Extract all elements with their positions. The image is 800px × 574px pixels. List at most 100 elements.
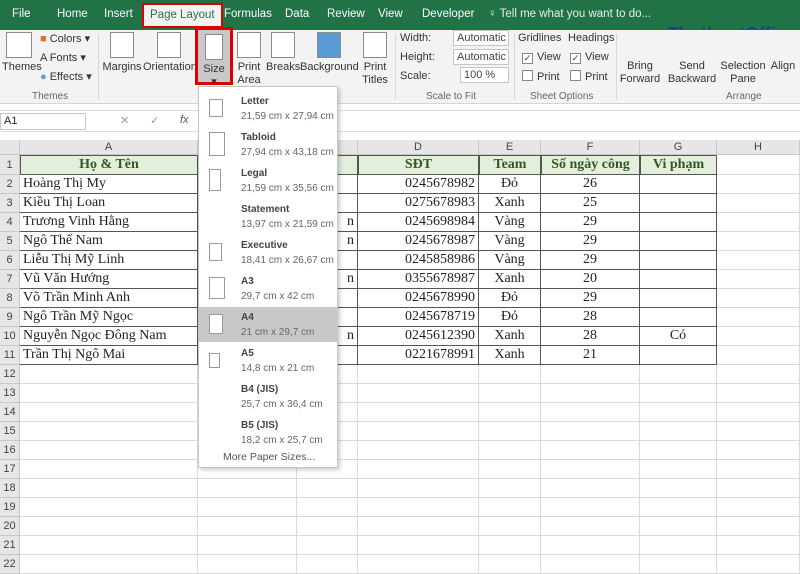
cell[interactable] [717, 194, 800, 213]
cell[interactable] [297, 498, 358, 517]
cell[interactable]: Vàng [479, 213, 541, 232]
row-header[interactable]: 1 [0, 155, 20, 175]
tab-insert[interactable]: Insert [104, 8, 133, 20]
margins-button[interactable]: Margins [102, 32, 142, 74]
column-header-D[interactable]: D [358, 140, 479, 155]
cell[interactable] [640, 251, 717, 270]
cell[interactable] [640, 479, 717, 498]
cell[interactable] [479, 441, 541, 460]
row-header[interactable]: 8 [0, 289, 20, 308]
cell[interactable] [358, 422, 479, 441]
function-icon[interactable]: fx [180, 114, 189, 126]
paper-size-tabloid[interactable]: Tabloid 27,94 cm x 43,18 cm [199, 127, 337, 162]
selection-pane-button[interactable]: Selection Pane [720, 60, 766, 86]
cell[interactable]: Có [640, 327, 717, 346]
cell[interactable] [640, 422, 717, 441]
cell[interactable]: Hoàng Thị My [20, 175, 198, 194]
paper-size-executive[interactable]: Executive 18,41 cm x 26,67 cm [199, 235, 337, 270]
header-cell[interactable]: Vi phạm [640, 155, 717, 175]
cell[interactable]: 29 [541, 232, 640, 251]
cell[interactable] [640, 460, 717, 479]
bring-forward-button[interactable]: Bring Forward [618, 60, 662, 86]
tab-view[interactable]: View [378, 8, 403, 20]
cell[interactable] [20, 422, 198, 441]
cell[interactable]: 0355678987 [358, 270, 479, 289]
cell[interactable]: Xanh [479, 194, 541, 213]
row-header[interactable]: 20 [0, 517, 20, 536]
cell[interactable] [479, 384, 541, 403]
fonts-button[interactable]: A Fonts ▾ [40, 51, 86, 64]
cell[interactable] [717, 460, 800, 479]
row-header[interactable]: 14 [0, 403, 20, 422]
cell[interactable]: Liễu Thị Mỹ Linh [20, 251, 198, 270]
cell[interactable] [640, 365, 717, 384]
row-header[interactable]: 13 [0, 384, 20, 403]
cell[interactable] [640, 555, 717, 574]
header-cell[interactable]: Họ & Tên [20, 155, 198, 175]
cell[interactable] [479, 498, 541, 517]
cell[interactable] [198, 498, 297, 517]
cell[interactable]: 0245678982 [358, 175, 479, 194]
cell[interactable]: Vũ Văn Hướng [20, 270, 198, 289]
cell[interactable] [541, 403, 640, 422]
cell[interactable] [717, 422, 800, 441]
cell[interactable] [358, 517, 479, 536]
cell[interactable] [541, 422, 640, 441]
cell[interactable]: 0245678990 [358, 289, 479, 308]
cell[interactable]: 29 [541, 251, 640, 270]
cell[interactable]: Trần Thị Ngô Mai [20, 346, 198, 365]
cell[interactable]: 20 [541, 270, 640, 289]
name-box[interactable]: A1 [0, 113, 86, 130]
cell[interactable]: 21 [541, 346, 640, 365]
row-header[interactable]: 5 [0, 232, 20, 251]
cell[interactable] [541, 498, 640, 517]
cell[interactable]: Xanh [479, 270, 541, 289]
cell[interactable] [640, 194, 717, 213]
row-header[interactable]: 3 [0, 194, 20, 213]
row-header[interactable]: 6 [0, 251, 20, 270]
cell[interactable] [358, 498, 479, 517]
background-button[interactable]: Background [300, 32, 359, 74]
cell[interactable]: 26 [541, 175, 640, 194]
cell[interactable] [717, 175, 800, 194]
effects-button[interactable]: ● Effects ▾ [40, 70, 92, 83]
row-header[interactable]: 17 [0, 460, 20, 479]
row-header[interactable]: 12 [0, 365, 20, 384]
cell[interactable]: Đỏ [479, 289, 541, 308]
row-header[interactable]: 11 [0, 346, 20, 365]
size-button[interactable]: Size ▾ [195, 27, 233, 88]
cell[interactable] [358, 403, 479, 422]
cell[interactable] [717, 498, 800, 517]
cell[interactable] [717, 517, 800, 536]
cell[interactable] [198, 479, 297, 498]
cell[interactable]: Vàng [479, 232, 541, 251]
scale-spinner[interactable]: 100 % [460, 67, 509, 83]
column-header-G[interactable]: G [640, 140, 717, 155]
cell[interactable] [20, 517, 198, 536]
paper-size-statement[interactable]: Statement 13,97 cm x 21,59 cm [199, 199, 337, 234]
row-header[interactable]: 15 [0, 422, 20, 441]
cell[interactable] [541, 517, 640, 536]
cell[interactable] [198, 517, 297, 536]
cell[interactable] [297, 479, 358, 498]
align-button[interactable]: Align [768, 60, 798, 73]
header-cell[interactable]: Số ngày công [541, 155, 640, 175]
cell[interactable] [717, 384, 800, 403]
cell[interactable] [640, 289, 717, 308]
cell[interactable] [717, 441, 800, 460]
headings-view-checkbox[interactable]: ✓ View [570, 51, 609, 64]
cell[interactable] [640, 498, 717, 517]
cell[interactable]: Xanh [479, 327, 541, 346]
cell[interactable] [358, 365, 479, 384]
paper-size-a5[interactable]: A5 14,8 cm x 21 cm [199, 343, 337, 378]
cell[interactable] [20, 460, 198, 479]
cell[interactable] [479, 422, 541, 441]
more-paper-sizes[interactable]: More Paper Sizes... [223, 451, 315, 463]
cell[interactable]: 0221678991 [358, 346, 479, 365]
cell[interactable] [479, 555, 541, 574]
cell[interactable] [358, 441, 479, 460]
cell[interactable]: Trương Vinh Hằng [20, 213, 198, 232]
paper-size-a3[interactable]: A3 29,7 cm x 42 cm [199, 271, 337, 306]
cell[interactable] [717, 346, 800, 365]
paper-size-legal[interactable]: Legal 21,59 cm x 35,56 cm [199, 163, 337, 198]
